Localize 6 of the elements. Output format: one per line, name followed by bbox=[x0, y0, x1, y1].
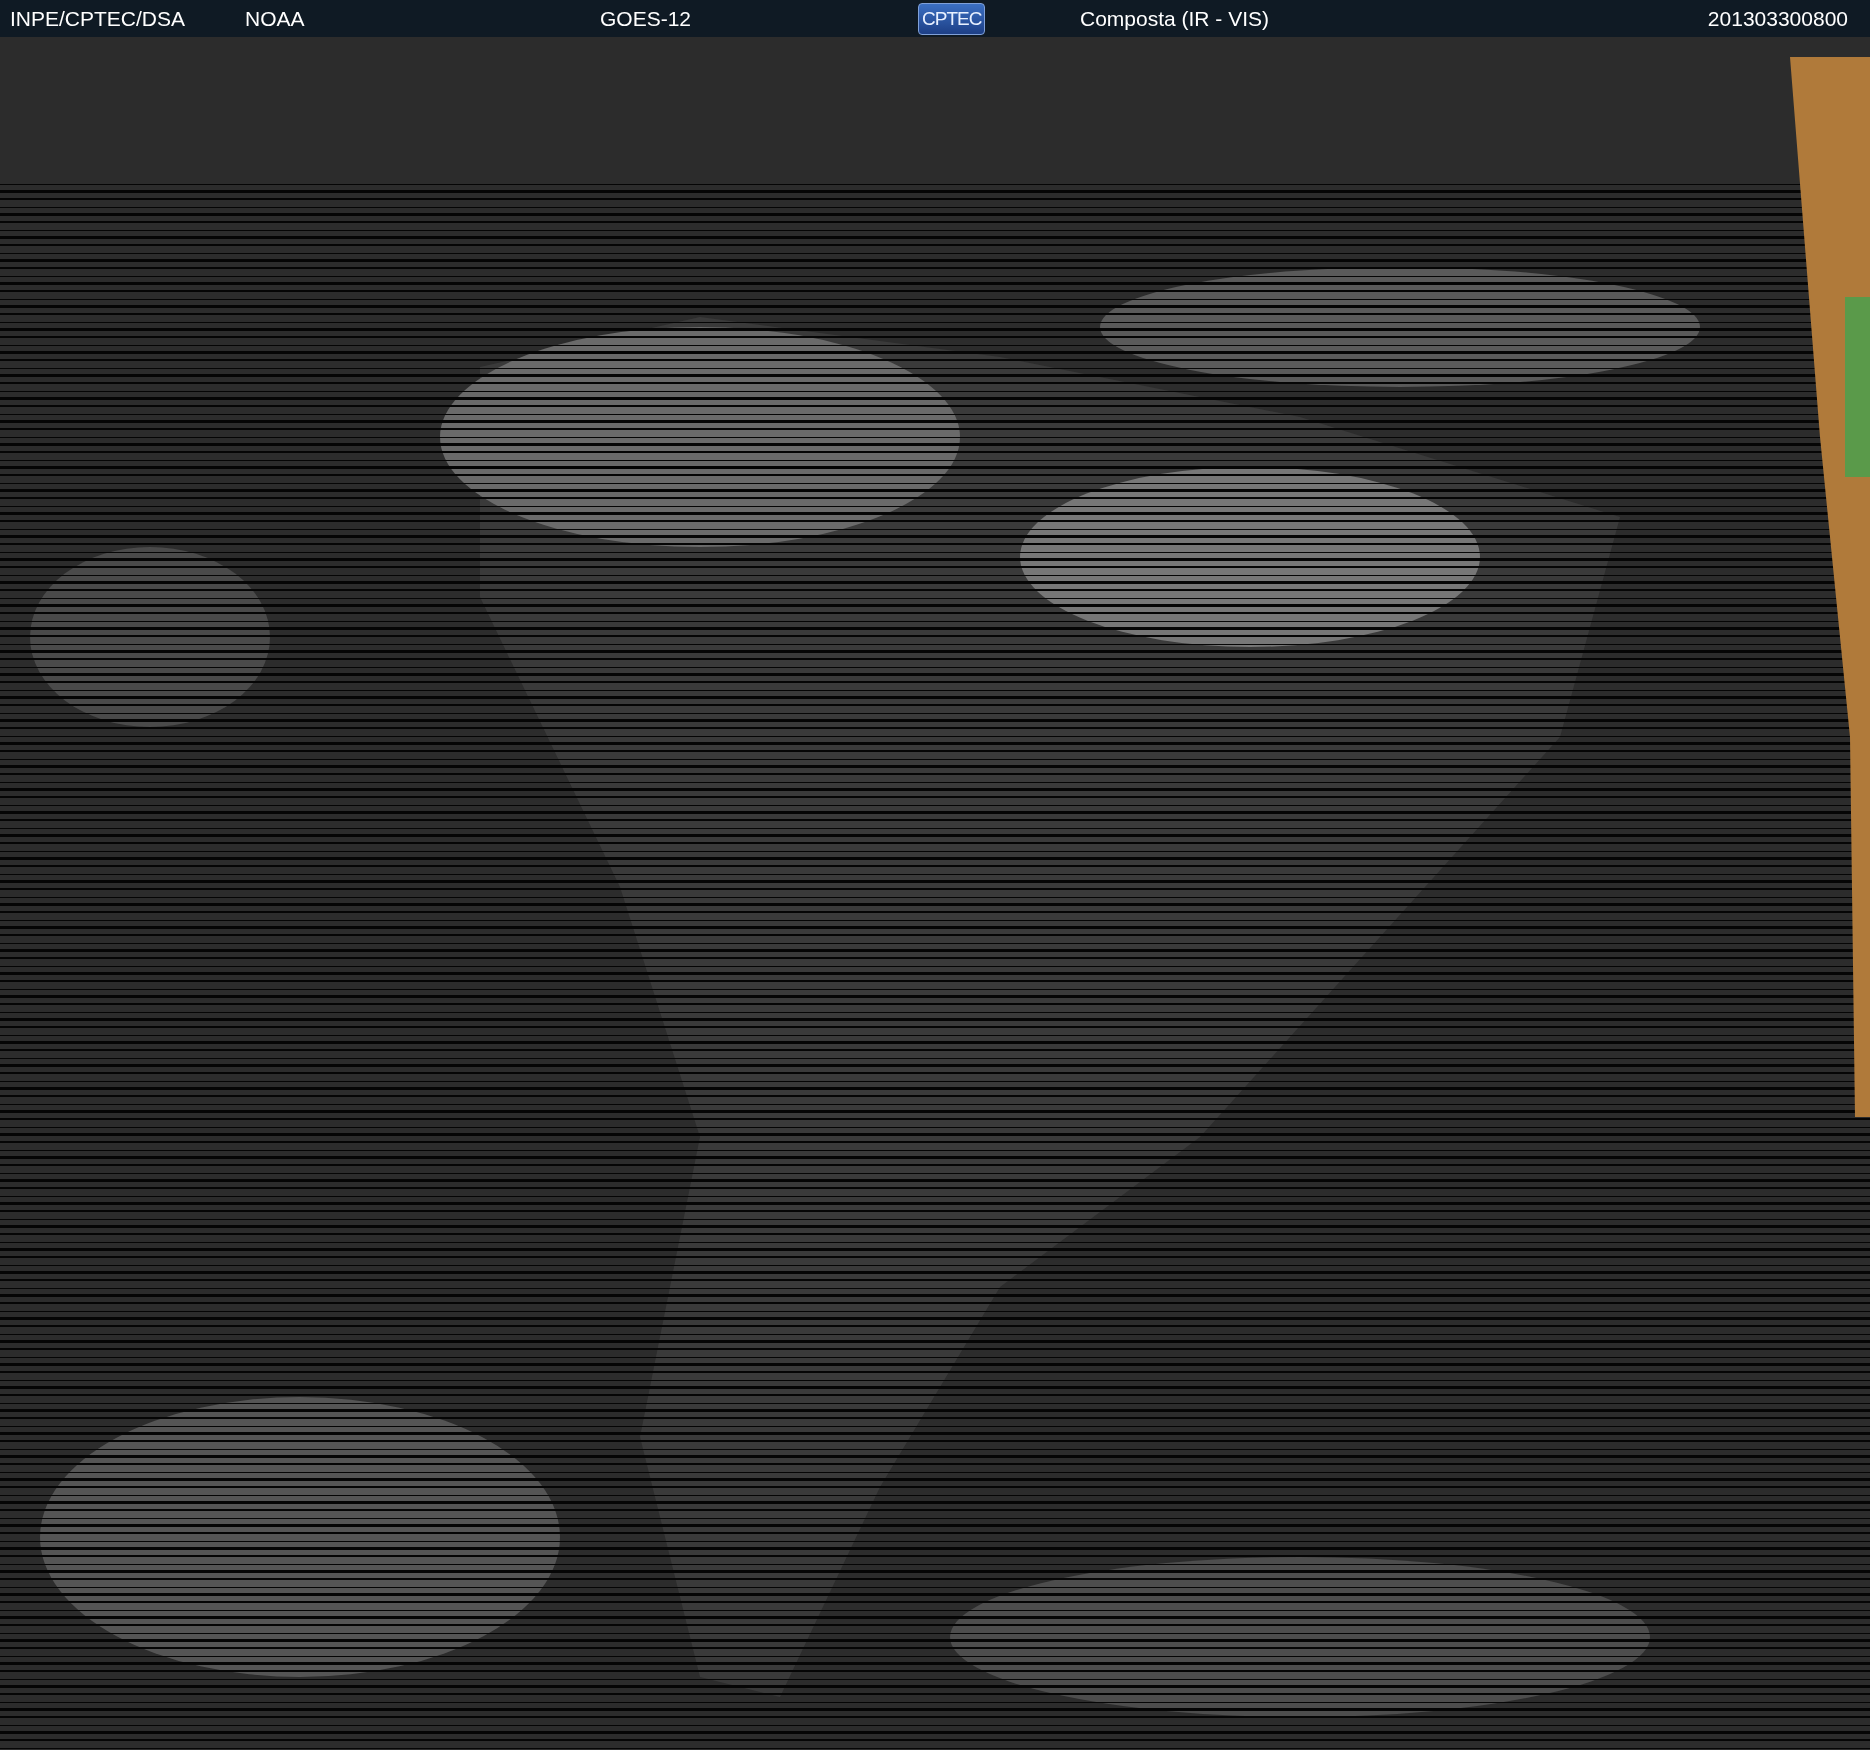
header-label: 201303300800 bbox=[1707, 6, 1848, 31]
header-label: INPE/CPTEC/DSA bbox=[10, 6, 186, 31]
header-label: Composta (IR - VIS) bbox=[1080, 6, 1270, 31]
logo: CPTEC bbox=[918, 2, 986, 35]
header-label: NOAA bbox=[245, 6, 305, 31]
header-label: GOES-12 bbox=[600, 6, 692, 31]
